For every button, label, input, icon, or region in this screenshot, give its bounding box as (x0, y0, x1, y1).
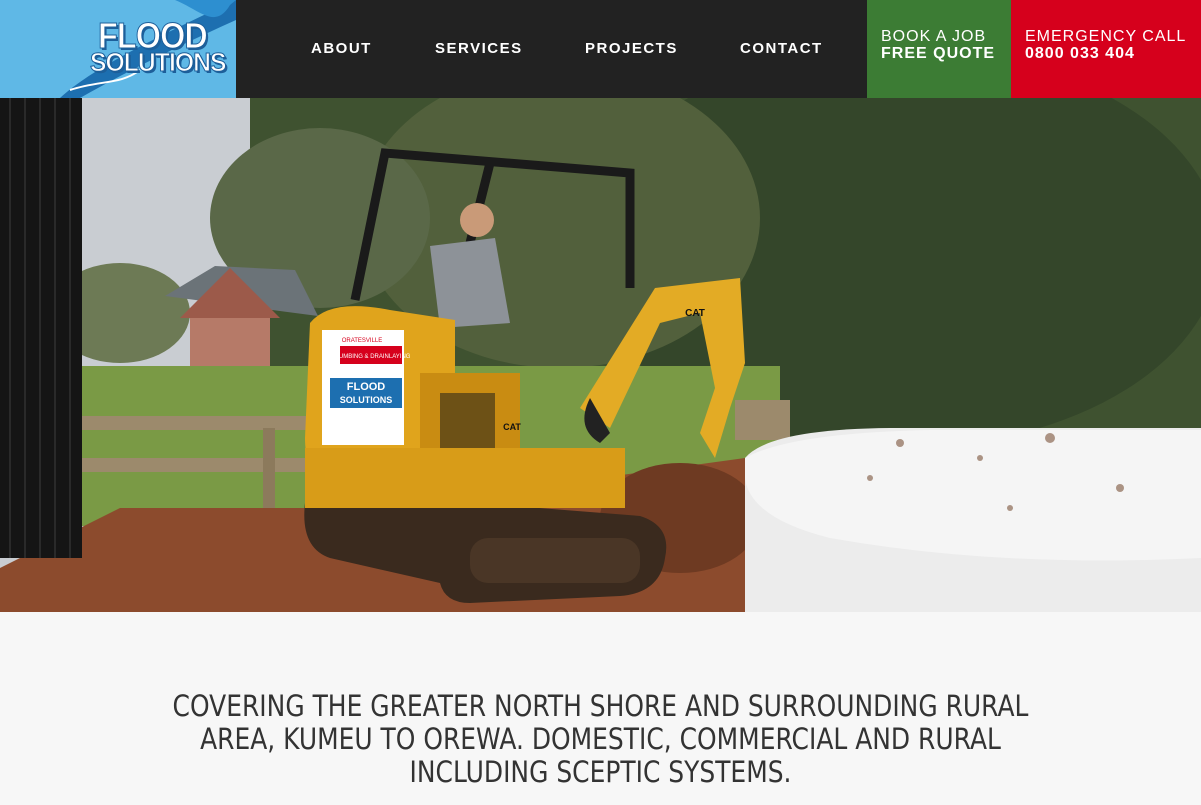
site-header: FLOOD SOLUTIONS ABOUT SERVICES PROJECTS … (0, 0, 1201, 98)
sticker-top-text: ORATESVILLE (342, 338, 383, 344)
emergency-call-button[interactable]: EMERGENCY CALL 0800 033 404 (1011, 0, 1201, 98)
book-line1: BOOK A JOB (881, 28, 987, 45)
nav-projects[interactable]: PROJECTS (585, 40, 678, 57)
emergency-line1: EMERGENCY CALL (1025, 28, 1187, 45)
body-brand-text: CAT (503, 422, 521, 432)
emergency-phone: 0800 033 404 (1025, 45, 1135, 62)
nav-about[interactable]: ABOUT (311, 40, 372, 57)
sticker-mid-text: PLUMBING & DRAINLAYING (332, 354, 411, 360)
service-area-tagline: COVERING THE GREATER NORTH SHORE AND SUR… (172, 689, 1029, 789)
sticker-brand-line1: FLOOD (347, 381, 386, 393)
site-logo[interactable]: FLOOD SOLUTIONS (0, 0, 236, 98)
sticker-brand-line2: SOLUTIONS (340, 395, 393, 405)
nav-contact[interactable]: CONTACT (740, 40, 823, 57)
excavator-photo: ORATESVILLE PLUMBING & DRAINLAYING FLOOD… (0, 98, 1201, 612)
hero-image: ORATESVILLE PLUMBING & DRAINLAYING FLOOD… (0, 98, 1201, 612)
nav-services[interactable]: SERVICES (435, 40, 523, 57)
book-a-job-button[interactable]: BOOK A JOB FREE QUOTE (867, 0, 1011, 98)
logo-line2: SOLUTIONS (90, 47, 227, 77)
arm-brand-text: CAT (685, 308, 705, 319)
book-line2: FREE QUOTE (881, 45, 996, 62)
